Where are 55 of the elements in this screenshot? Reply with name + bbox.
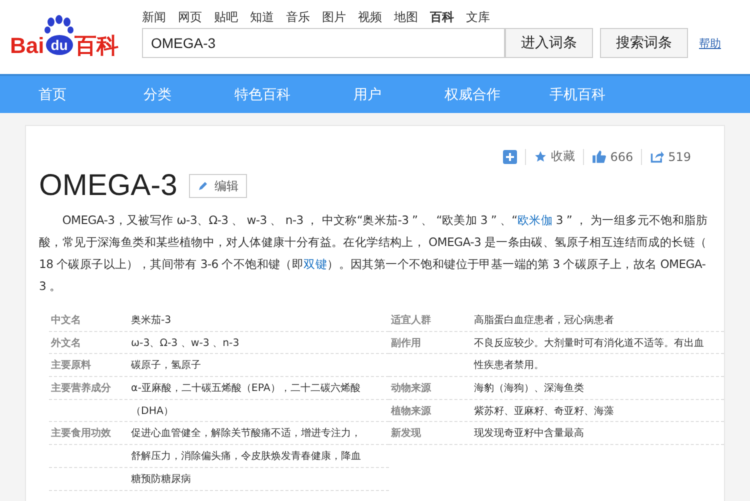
top-link[interactable]: 视频 [358,8,382,26]
like-count: 666 [610,150,634,164]
thumbs-up-icon[interactable] [592,150,606,163]
top-link[interactable]: 贴吧 [214,8,238,26]
top-link[interactable]: 音乐 [286,8,310,26]
top-link[interactable]: 地图 [394,8,418,26]
top-link[interactable]: 知道 [250,8,274,26]
share-icon[interactable] [650,150,664,163]
info-value: 糖预防糖尿病 [131,472,191,486]
logo-text: du [46,35,73,55]
entry-title: OMEGA-3 [39,169,178,203]
info-label: 外文名 [50,336,82,350]
paw-icon [44,15,74,35]
info-value: 高脂蛋白血症患者，冠心病患者 [474,314,614,327]
info-label: 适宜人群 [390,313,432,327]
info-value: 不良反应较少。大剂量时可有消化道不适等。有出血 [474,336,704,350]
search-field[interactable]: OMEGA-3 [142,28,505,58]
info-label: 副作用 [390,336,422,350]
summary-paragraph: OMEGA-3，又被写作 ω-3、Ω-3 、 w-3 、 n-3 ， 中文称“奥米茄-3 ” 、 “欧美加 3 ” 、“欧米伽 3 ” ， 为一组多元不饱和脂肪酸，常见于深海鱼类和某些植物中，对人体健康十分有益。在化学结构上， OMEGA-3 是一条由碳、氢原子相互连结而成的长链（ 18 个碳原子以上），其间带有 3-6 个不饱和键（即双键）。因其第一个不饱和键位于甲基一端的第 3 个碳原子上，故名 OMEGA-3 。 [39,212,709,295]
info-value: （DHA） [131,404,174,418]
info-value: 紫苏籽、亚麻籽、奇亚籽、海藻 [474,404,614,418]
info-value: 舒解压力，消除偏头痛，令皮肤焕发青春健康，降血 [131,450,361,463]
info-value: α-亚麻酸，二十碳五烯酸（EPA），二十二碳六烯酸 [131,382,360,395]
top-link[interactable]: 百科 [430,8,454,26]
star-icon[interactable] [534,150,548,163]
top-link[interactable]: 图片 [322,8,346,26]
add-icon[interactable] [503,150,518,164]
help-link[interactable]: 帮助 [699,36,721,50]
info-label: 新发现 [390,426,422,440]
top-link[interactable]: 新闻 [142,8,166,26]
edit-button[interactable]: 编辑 [189,174,248,198]
info-label: 植物来源 [390,404,432,418]
logo-text: Bai [10,33,44,59]
search-button[interactable]: 进入词条 [505,28,593,58]
info-label: 中文名 [50,314,82,327]
top-link[interactable]: 文库 [466,8,490,26]
info-value: 奥米茄-3 [131,314,172,327]
collect-label[interactable]: 收藏 [551,148,576,165]
top-link[interactable]: 网页 [178,8,202,26]
share-count: 519 [668,150,691,164]
info-value: ω-3、Ω-3 、w-3 、n-3 [131,336,240,350]
logo-text: 百科 [74,32,118,60]
info-label: 主要原料 [50,358,92,372]
info-value: 海豹（海狗）、深海鱼类 [474,382,584,395]
term-link[interactable]: 双键 [304,257,328,271]
info-value: 现发现奇亚籽中含量最高 [474,426,584,440]
term-link[interactable]: 欧米伽 [517,213,552,227]
info-label: 主要营养成分 [50,381,112,395]
pencil-icon [198,181,208,191]
info-label: 动物来源 [390,382,432,395]
info-value: 性疾患者禁用。 [474,358,544,372]
info-value: 碳原子，氢原子 [131,358,201,372]
search-button[interactable]: 搜索词条 [600,28,688,58]
info-value: 促进心血管健全，解除关节酸痛不适，增进专注力， [131,426,361,440]
info-label: 主要食用功效 [50,426,112,440]
